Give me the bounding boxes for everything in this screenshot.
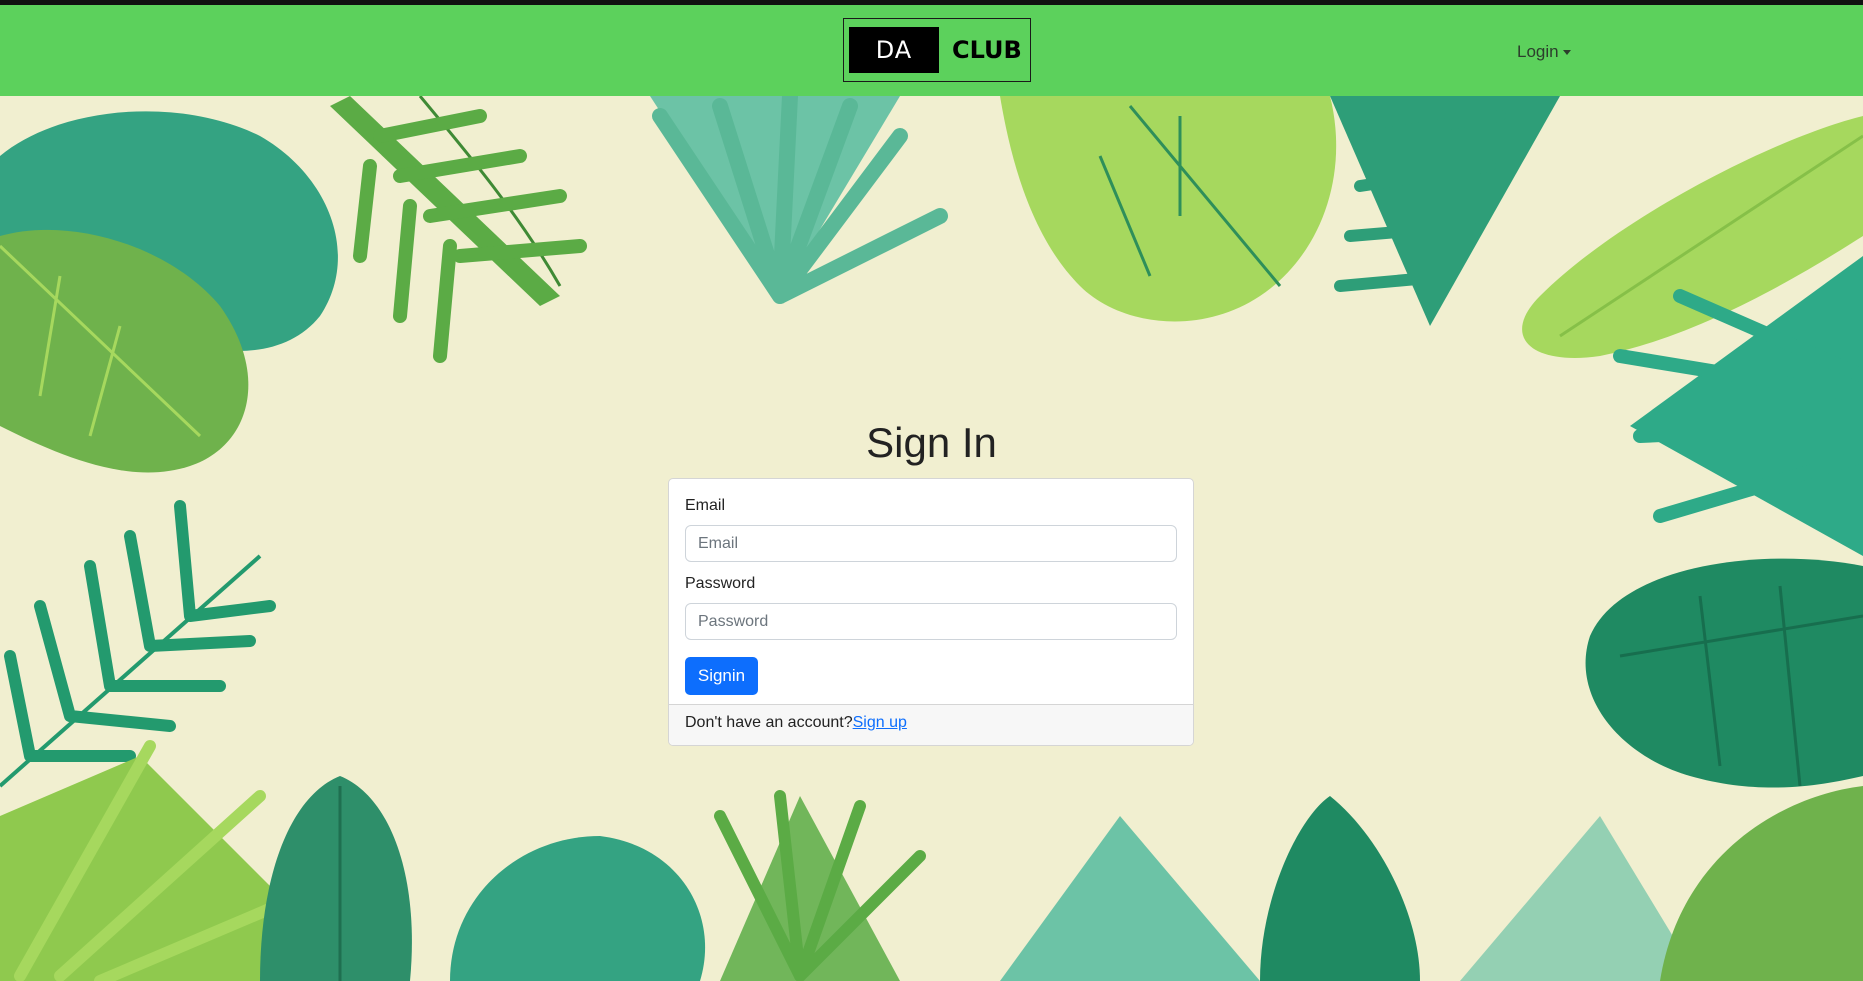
signin-button[interactable]: Signin xyxy=(685,657,758,695)
email-label: Email xyxy=(685,497,726,514)
page-title: Sign In xyxy=(866,419,997,466)
navbar: DA CLUB Login xyxy=(0,5,1863,96)
signup-link[interactable]: Sign up xyxy=(853,714,907,731)
email-field[interactable] xyxy=(685,525,1177,562)
signup-prompt: Don't have an account? xyxy=(685,714,853,731)
caret-down-icon xyxy=(1562,49,1571,55)
brand-logo[interactable]: DA CLUB xyxy=(843,18,1031,82)
signin-form: Email Password Signin xyxy=(669,479,1193,695)
password-label: Password xyxy=(685,575,756,592)
logo-da-box: DA xyxy=(849,27,939,73)
signin-card: Email Password Signin Don't have an acco… xyxy=(668,478,1194,746)
card-footer: Don't have an account?Sign up xyxy=(669,704,1193,745)
logo-club-text: CLUB xyxy=(952,36,1022,64)
login-dropdown[interactable]: Login xyxy=(1517,42,1571,62)
hero-background: Sign In Email Password Signin Don't have… xyxy=(0,96,1863,981)
password-field[interactable] xyxy=(685,603,1177,640)
login-dropdown-label: Login xyxy=(1517,42,1559,61)
